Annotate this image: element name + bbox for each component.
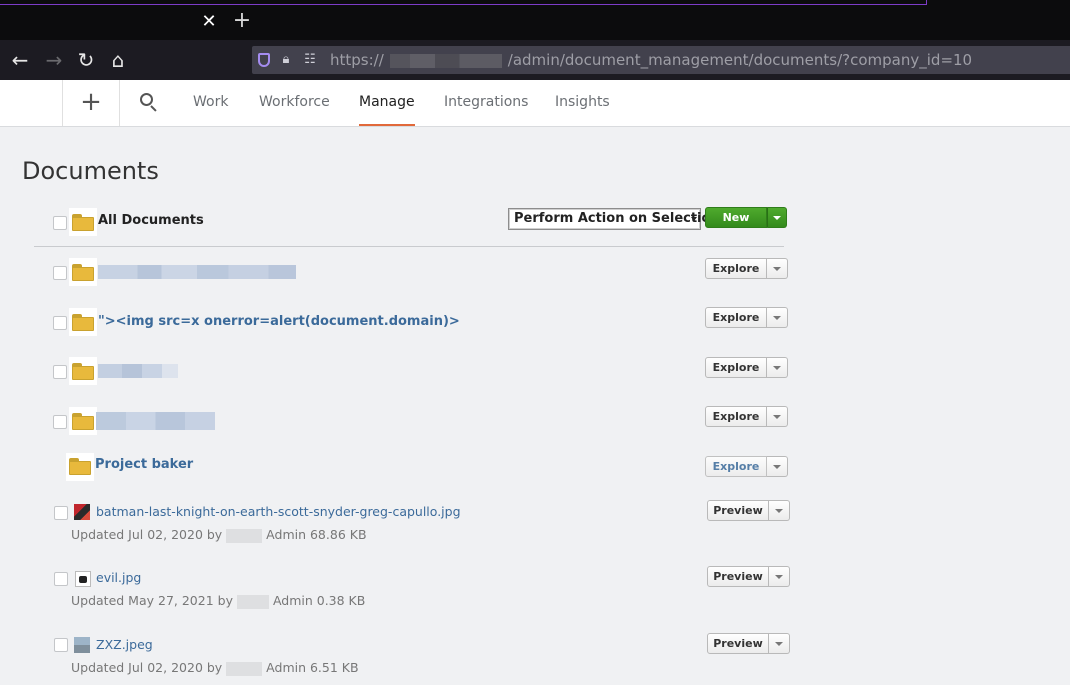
image-thumbnail-icon[interactable] <box>74 504 90 520</box>
page-title: Documents <box>22 157 159 185</box>
url-text[interactable]: https:// /admin/document_management/docum… <box>330 51 972 69</box>
active-tab[interactable] <box>0 0 927 5</box>
preview-dropdown[interactable] <box>769 633 790 654</box>
chevron-down-icon <box>773 267 781 271</box>
folder-row-checkbox[interactable] <box>53 266 67 280</box>
file-meta: Updated Jul 02, 2020 by Admin 6.51 KB <box>71 660 359 676</box>
redacted-folder-name[interactable] <box>98 265 296 279</box>
image-thumbnail-icon[interactable] <box>75 571 91 587</box>
add-icon[interactable]: + <box>62 80 120 126</box>
explore-button[interactable]: Explore <box>705 456 767 477</box>
file-updated-text: Updated May 27, 2021 by <box>71 593 233 608</box>
redacted-folder-name[interactable] <box>98 364 178 378</box>
file-name-link[interactable]: ZXZ.jpeg <box>96 637 153 653</box>
folder-row-checkbox[interactable] <box>53 415 67 429</box>
tab-work[interactable]: Work <box>193 80 228 126</box>
file-meta: Updated Jul 02, 2020 by Admin 68.86 KB <box>71 527 367 543</box>
explore-dropdown[interactable] <box>767 357 788 378</box>
all-documents-label: All Documents <box>98 213 204 228</box>
new-button[interactable]: New <box>705 207 767 228</box>
file-meta: Updated May 27, 2021 by Admin 0.38 KB <box>71 593 365 609</box>
explore-dropdown[interactable] <box>767 307 788 328</box>
select-all-checkbox[interactable] <box>53 216 67 230</box>
folder-icon[interactable] <box>72 412 94 430</box>
chevron-down-icon <box>773 216 781 220</box>
preview-dropdown[interactable] <box>769 500 790 521</box>
folder-name-link[interactable]: "><img src=x onerror=alert(document.doma… <box>98 314 460 330</box>
folder-icon[interactable] <box>72 263 94 281</box>
folder-icon[interactable] <box>69 457 91 475</box>
folder-icon[interactable] <box>72 362 94 380</box>
file-owner-size: Admin 6.51 KB <box>266 660 359 675</box>
redacted-user <box>226 661 263 676</box>
search-icon[interactable] <box>136 90 162 116</box>
home-icon[interactable]: ⌂ <box>106 48 130 72</box>
explore-button[interactable]: Explore <box>705 258 767 279</box>
file-updated-text: Updated Jul 02, 2020 by <box>71 660 223 675</box>
preview-dropdown[interactable] <box>769 566 790 587</box>
chevron-down-icon <box>773 415 781 419</box>
file-owner-size: Admin 68.86 KB <box>266 527 367 542</box>
chevron-down-icon <box>775 575 783 579</box>
folder-name-link[interactable]: Project baker <box>95 457 193 473</box>
chevron-down-icon <box>775 509 783 513</box>
tracking-shield-icon[interactable] <box>258 53 270 67</box>
divider <box>34 246 784 247</box>
file-owner-size: Admin 0.38 KB <box>272 593 366 608</box>
bulk-action-selected-value: Perform Action on Selection <box>514 211 720 226</box>
file-row-checkbox[interactable] <box>54 572 68 586</box>
file-name-link[interactable]: evil.jpg <box>96 570 141 586</box>
new-dropdown-button[interactable] <box>767 207 787 228</box>
app-top-nav: + Work Workforce Manage Integrations Ins… <box>0 80 1070 127</box>
preview-button[interactable]: Preview <box>707 500 769 521</box>
explore-button[interactable]: Explore <box>705 357 767 378</box>
url-bar[interactable]: 🔒︎ ☷ https:// /admin/document_management/… <box>252 46 1070 74</box>
redacted-user <box>226 528 263 543</box>
tab-manage[interactable]: Manage <box>359 80 415 126</box>
explore-dropdown[interactable] <box>767 456 788 477</box>
redacted-user <box>236 594 269 609</box>
explore-button[interactable]: Explore <box>705 406 767 427</box>
close-tab-icon[interactable]: ✕ <box>200 12 218 32</box>
url-redacted-host <box>389 53 502 68</box>
redacted-folder-name[interactable] <box>96 412 215 430</box>
browser-chrome: ✕ + ← → ↻ ⌂ 🔒︎ ☷ https:// /admin/document… <box>0 0 1070 80</box>
tab-integrations[interactable]: Integrations <box>444 80 528 126</box>
file-row-checkbox[interactable] <box>54 506 68 520</box>
back-icon[interactable]: ← <box>8 48 32 72</box>
permissions-icon[interactable]: ☷ <box>302 52 318 68</box>
folder-icon <box>72 213 94 231</box>
explore-button[interactable]: Explore <box>705 307 767 328</box>
url-prefix: https:// <box>330 51 384 69</box>
image-thumbnail-icon[interactable] <box>74 637 90 653</box>
url-path: /admin/document_management/documents/?co… <box>507 51 973 69</box>
chevron-down-icon <box>775 642 783 646</box>
preview-button[interactable]: Preview <box>707 566 769 587</box>
tab-workforce[interactable]: Workforce <box>259 80 330 126</box>
file-name-link[interactable]: batman-last-knight-on-earth-scott-snyder… <box>96 504 461 520</box>
chevron-down-icon <box>773 316 781 320</box>
explore-dropdown[interactable] <box>767 258 788 279</box>
folder-row-checkbox[interactable] <box>53 316 67 330</box>
lock-icon[interactable]: 🔒︎ <box>278 52 294 68</box>
reload-icon[interactable]: ↻ <box>74 48 98 72</box>
chevron-down-icon <box>773 366 781 370</box>
folder-row-checkbox[interactable] <box>53 365 67 379</box>
chevron-down-icon <box>691 217 697 221</box>
bulk-action-select[interactable]: Perform Action on Selection <box>508 208 720 230</box>
tab-strip: ✕ + <box>0 0 1070 40</box>
folder-icon[interactable] <box>72 313 94 331</box>
explore-dropdown[interactable] <box>767 406 788 427</box>
file-row-checkbox[interactable] <box>54 638 68 652</box>
file-updated-text: Updated Jul 02, 2020 by <box>71 527 223 542</box>
new-tab-icon[interactable]: + <box>232 10 252 32</box>
forward-icon[interactable]: → <box>42 48 66 72</box>
chevron-down-icon <box>773 465 781 469</box>
tab-insights[interactable]: Insights <box>555 80 610 126</box>
preview-button[interactable]: Preview <box>707 633 769 654</box>
